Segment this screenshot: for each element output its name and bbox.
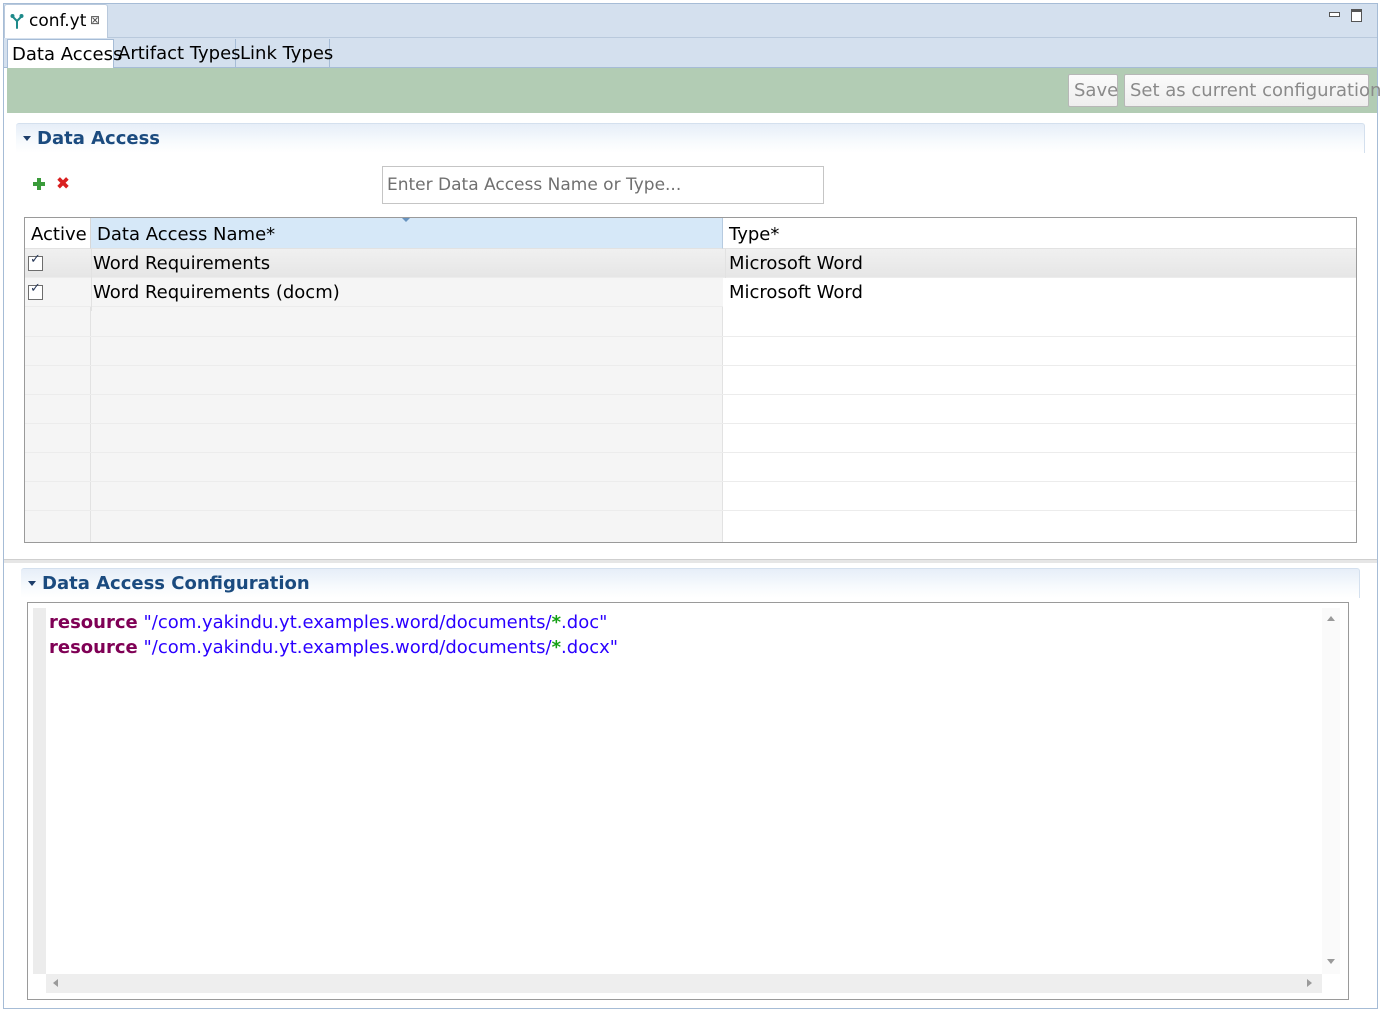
column-header-label: Data Access Name* [97,224,276,245]
tab-link-types[interactable]: Link Types [236,39,333,68]
editor-ruler [33,608,46,974]
scroll-down-icon[interactable] [1327,959,1335,964]
scroll-up-icon[interactable] [1327,616,1335,621]
row-divider [25,423,1356,424]
remove-icon[interactable]: ✖ [55,176,71,193]
code-wildcard: * [551,637,562,658]
add-icon[interactable] [32,177,46,191]
row-divider [25,481,1356,482]
code-string: .doc" [561,612,608,633]
editor-tab-bar [4,4,1377,38]
type-cell[interactable]: Microsoft Word [723,278,1356,311]
column-header-type[interactable]: Type* [723,218,1356,249]
column-header-data-access-name[interactable]: Data Access Name* [91,218,723,249]
active-checkbox[interactable] [28,281,43,300]
code-string: "/com.yakindu.yt.examples.word/documents… [143,637,552,658]
code-keyword: resource [49,612,138,633]
maximize-button[interactable] [1350,8,1364,22]
section-title: Data Access Configuration [42,573,310,594]
close-icon[interactable]: ⊠ [90,13,100,27]
section-title: Data Access [37,128,161,149]
set-as-current-configuration-button[interactable]: Set as current configuration [1124,74,1381,107]
data-access-configuration-section-header[interactable]: Data Access Configuration [21,568,1360,598]
row-divider [25,365,1356,366]
active-cell [25,278,92,311]
tab-artifact-types[interactable]: Artifact Types [114,39,241,68]
save-button[interactable]: Save [1068,74,1118,107]
data-access-table: Active Data Access Name* Type* Word Requ… [24,217,1357,543]
sort-descending-icon [401,218,411,222]
data-access-section-header[interactable]: Data Access [16,123,1365,153]
row-divider [25,510,1356,511]
vertical-scrollbar[interactable] [1322,608,1340,974]
active-checkbox[interactable] [28,252,43,271]
code-keyword: resource [49,637,138,658]
collapse-toggle-icon[interactable] [23,136,31,141]
collapse-toggle-icon[interactable] [28,581,36,586]
column-header-active[interactable]: Active [25,218,91,249]
configuration-code-editor[interactable]: resource "/com.yakindu.yt.examples.word/… [46,608,1322,974]
editor-tab-conf-yt[interactable]: conf.yt ⊠ [4,4,108,39]
code-line: resource "/com.yakindu.yt.examples.word/… [49,610,1322,635]
yakindu-file-icon [10,14,24,29]
data-access-filter-input[interactable] [382,166,824,204]
horizontal-scrollbar[interactable] [46,974,1322,993]
name-cell[interactable]: Word Requirements (docm) [91,278,726,311]
code-string: "/com.yakindu.yt.examples.word/documents… [143,612,552,633]
row-divider [25,336,1356,337]
sash-splitter[interactable] [4,559,1377,563]
table-row[interactable]: Word Requirements (docm) Microsoft Word [25,278,1356,311]
scroll-right-icon[interactable] [1307,979,1312,987]
code-line: resource "/com.yakindu.yt.examples.word/… [49,635,1322,660]
row-divider [25,452,1356,453]
row-divider [25,394,1356,395]
editor-tab-title: conf.yt [29,11,87,31]
tab-data-access[interactable]: Data Access [7,39,122,69]
scroll-left-icon[interactable] [53,979,58,987]
table-row[interactable]: Word Requirements Microsoft Word [25,249,1356,282]
code-wildcard: * [551,612,562,633]
code-string: .docx" [561,637,619,658]
minimize-button[interactable] [1327,7,1341,21]
